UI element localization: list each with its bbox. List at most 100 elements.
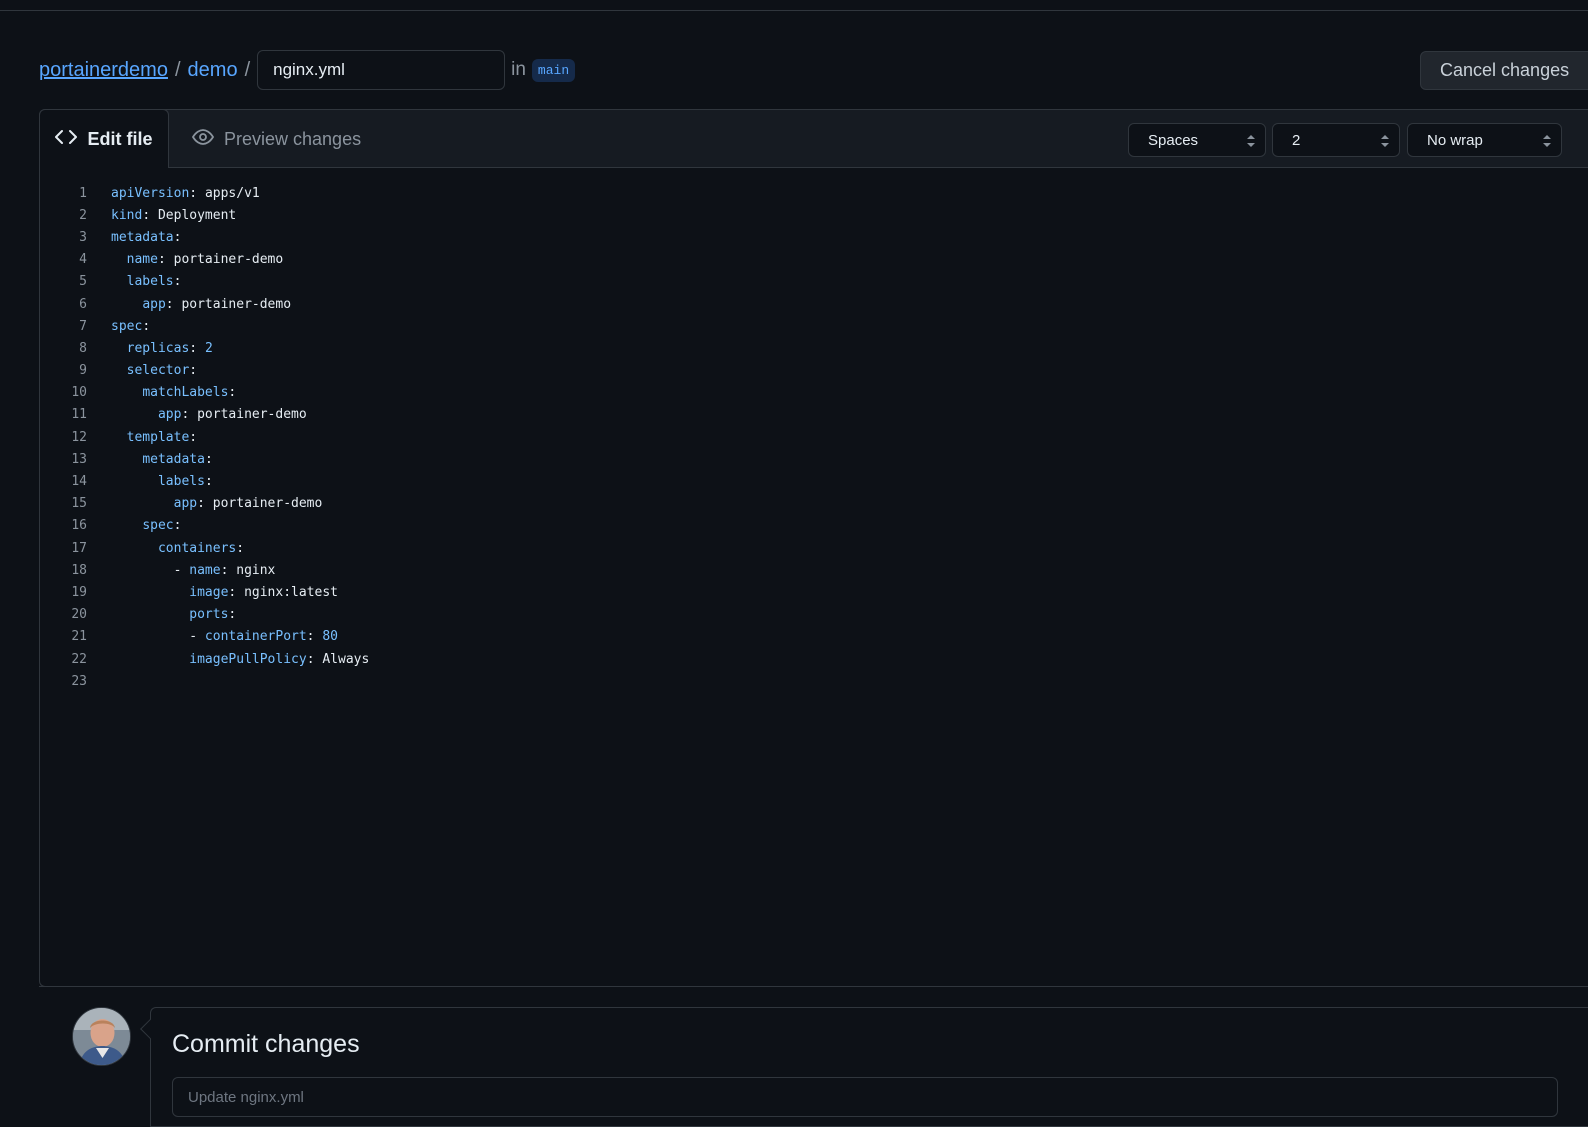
wrap-mode-select[interactable]: No wrap bbox=[1407, 123, 1562, 157]
code-line[interactable]: 22 imagePullPolicy: Always bbox=[40, 648, 740, 670]
line-content: - containerPort: 80 bbox=[111, 629, 338, 645]
code-line[interactable]: 13 metadata: bbox=[40, 448, 740, 470]
filename-input[interactable] bbox=[257, 50, 506, 90]
yaml-value: nginx:latest bbox=[244, 584, 338, 600]
line-content: app: portainer-demo bbox=[87, 496, 323, 512]
line-content: containers: bbox=[87, 541, 252, 556]
yaml-key: containers bbox=[157, 540, 237, 556]
code-line[interactable]: 9 selector: bbox=[40, 360, 740, 382]
yaml-key: name bbox=[189, 562, 221, 578]
line-number: 18 bbox=[71, 562, 87, 578]
line-content: replicas: 2 bbox=[87, 341, 213, 356]
breadcrumb-owner-link[interactable]: portainerdemo bbox=[39, 59, 168, 82]
line-number: 3 bbox=[79, 229, 87, 245]
breadcrumb: portainerdemo / demo / in main bbox=[39, 50, 576, 90]
yaml-key: app bbox=[157, 407, 182, 423]
sort-arrows-icon bbox=[1247, 135, 1255, 147]
code-line[interactable]: 6 app: portainer-demo bbox=[40, 293, 740, 315]
branch-badge: main bbox=[531, 58, 576, 82]
tab-edit-file[interactable]: Edit file bbox=[39, 109, 169, 168]
code-line[interactable]: 3 metadata: bbox=[40, 226, 740, 248]
yaml-key: containerPort bbox=[204, 629, 307, 645]
code-line[interactable]: 19 image: nginx:latest bbox=[40, 581, 740, 603]
line-number: 7 bbox=[79, 318, 87, 334]
line-content: selector: bbox=[87, 363, 205, 378]
code-line[interactable]: 11 app: portainer-demo bbox=[40, 404, 740, 426]
code-line[interactable]: 7 spec: bbox=[40, 315, 740, 337]
yaml-value: apps/v1 bbox=[204, 185, 260, 201]
line-content: - name: nginx bbox=[111, 562, 276, 578]
tab-preview-changes-label: Preview changes bbox=[224, 128, 362, 149]
code-line[interactable]: 14 labels: bbox=[40, 470, 740, 492]
code-line[interactable]: 4 name: portainer-demo bbox=[40, 249, 740, 271]
line-content: labels: bbox=[87, 274, 189, 289]
wrap-mode-value: No wrap bbox=[1427, 131, 1483, 149]
breadcrumb-repo-link[interactable]: demo bbox=[188, 59, 238, 82]
line-content: spec: bbox=[87, 518, 189, 533]
line-content: app: portainer-demo bbox=[87, 407, 307, 422]
indent-size-value: 2 bbox=[1292, 131, 1301, 149]
code-line[interactable]: 20 ports: bbox=[40, 604, 740, 626]
line-number: 17 bbox=[71, 540, 87, 556]
line-number: 4 bbox=[79, 252, 87, 268]
line-indent: - bbox=[111, 629, 205, 645]
line-content: ports: bbox=[87, 607, 244, 622]
yaml-value: Deployment bbox=[157, 207, 237, 223]
tab-edit-file-label: Edit file bbox=[87, 128, 153, 149]
yaml-key: labels bbox=[157, 474, 205, 490]
line-content: labels: bbox=[87, 474, 221, 489]
avatar[interactable] bbox=[72, 1007, 131, 1066]
code-line[interactable]: 18 - name: nginx bbox=[40, 559, 740, 581]
sort-arrows-icon bbox=[1381, 135, 1389, 147]
commit-message-input[interactable] bbox=[172, 1077, 1558, 1117]
yaml-value: portainer-demo bbox=[212, 496, 323, 512]
code-line[interactable]: 17 containers: bbox=[40, 537, 740, 559]
yaml-value: portainer-demo bbox=[197, 407, 307, 423]
code-line[interactable]: 21 - containerPort: 80 bbox=[40, 626, 740, 648]
tab-preview-changes[interactable]: Preview changes bbox=[191, 110, 362, 168]
line-number: 20 bbox=[71, 607, 87, 623]
yaml-key: kind bbox=[111, 207, 143, 223]
indent-size-select[interactable]: 2 bbox=[1272, 123, 1400, 157]
code-line[interactable]: 2 kind: Deployment bbox=[40, 204, 740, 226]
code-line[interactable]: 10 matchLabels: bbox=[40, 382, 740, 404]
line-content: imagePullPolicy: Always bbox=[87, 652, 369, 667]
code-icon bbox=[55, 129, 78, 150]
line-content: metadata: bbox=[111, 229, 190, 245]
code-line[interactable]: 15 app: portainer-demo bbox=[40, 493, 740, 515]
code-editor-content[interactable]: 1 apiVersion: apps/v1 2 kind: Deployment 3 me… bbox=[40, 182, 740, 692]
code-line[interactable]: 5 labels: bbox=[40, 271, 740, 293]
yaml-value: portainer-demo bbox=[173, 252, 284, 268]
yaml-key: metadata bbox=[111, 229, 174, 245]
editor-toolbar: Edit file Preview changes Spaces 2 No wr… bbox=[39, 109, 1588, 168]
code-line[interactable]: 23 bbox=[40, 670, 740, 692]
line-number: 12 bbox=[71, 429, 87, 445]
line-number: 10 bbox=[71, 385, 87, 401]
indent-mode-select[interactable]: Spaces bbox=[1128, 123, 1266, 157]
code-line[interactable]: 1 apiVersion: apps/v1 bbox=[40, 182, 740, 204]
yaml-key: ports bbox=[189, 607, 229, 623]
cancel-changes-button[interactable]: Cancel changes bbox=[1420, 51, 1588, 90]
yaml-value: portainer-demo bbox=[181, 296, 292, 312]
breadcrumb-separator: / bbox=[244, 58, 251, 81]
code-line[interactable]: 8 replicas: 2 bbox=[40, 337, 740, 359]
yaml-value: 80 bbox=[322, 629, 338, 645]
line-indent: - bbox=[111, 562, 190, 578]
code-line[interactable]: 12 template: bbox=[40, 426, 740, 448]
line-number: 11 bbox=[71, 407, 87, 423]
line-number: 16 bbox=[71, 518, 87, 534]
line-number: 1 bbox=[79, 185, 87, 201]
code-line[interactable]: 16 spec: bbox=[40, 515, 740, 537]
yaml-key: image bbox=[189, 584, 229, 600]
yaml-key: app bbox=[142, 296, 166, 312]
breadcrumb-separator: / bbox=[174, 58, 181, 81]
